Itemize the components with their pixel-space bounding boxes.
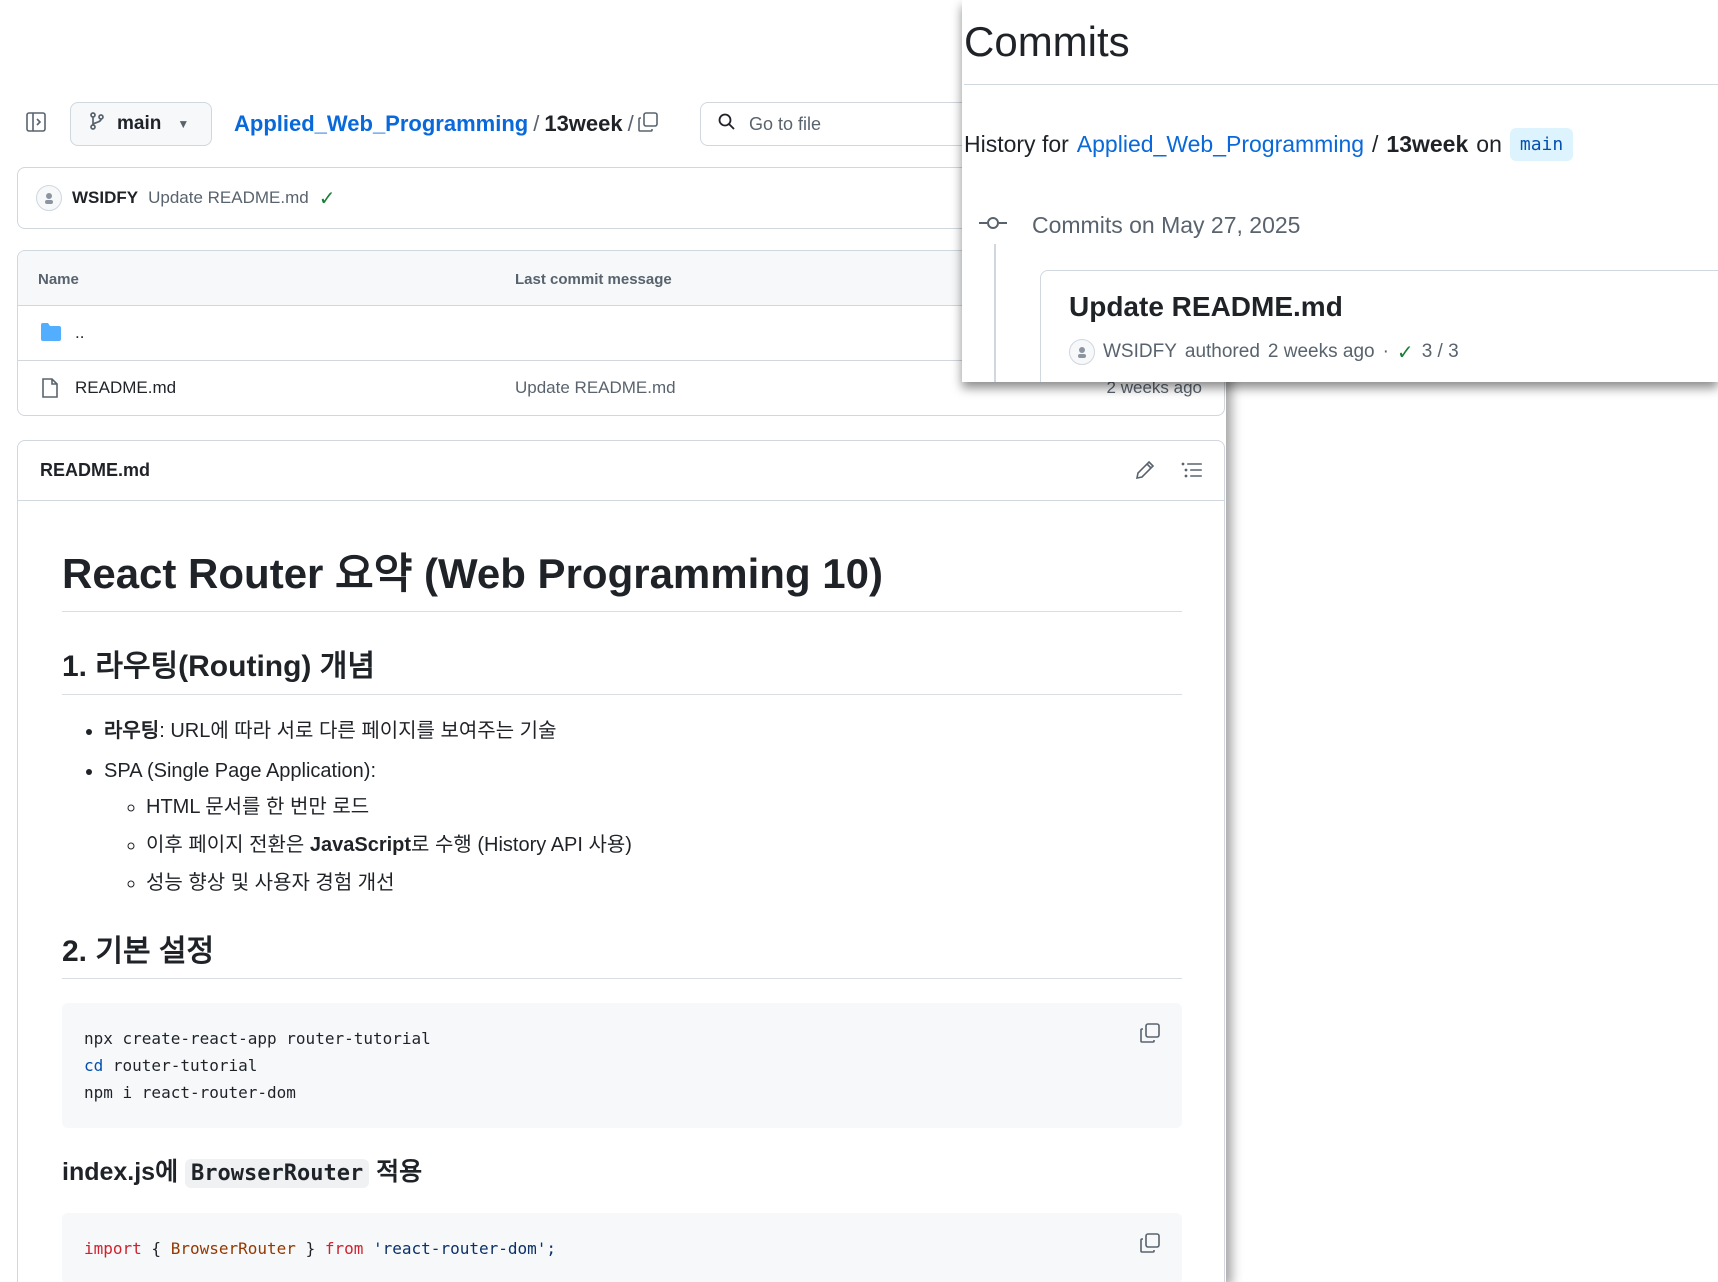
breadcrumb-current-folder: 13week [544,111,623,136]
breadcrumb-separator: / [627,111,634,136]
code-token: from [324,1238,364,1258]
text: 이후 페이지 전환은 [146,833,310,856]
code-line: cd router-tutorial [84,1052,1160,1079]
commits-title: Commits [964,18,1130,65]
readme-panel: README.md React Router 요약 (Web Programmi… [17,440,1225,1282]
copy-code-icon[interactable] [1138,1021,1162,1053]
code-token: } [295,1238,325,1258]
outline-list-icon[interactable] [1180,459,1204,486]
file-icon [40,377,60,404]
section-heading: 1. 라우팅(Routing) 개념 [62,648,1182,695]
history-repo-link[interactable]: Applied_Web_Programming [1077,131,1364,158]
code-block: import { BrowserRouter } from 'react-rou… [62,1212,1182,1282]
list-item: 성능 향상 및 사용자 경험 개선 [146,869,1182,897]
history-prefix: History for [964,131,1069,157]
text-bold: JavaScript [309,833,412,856]
commit-author[interactable]: WSIDFY [1103,341,1177,363]
timeline-line [994,244,996,382]
commit-card[interactable]: Update README.md WSIDFY authored 2 weeks… [1040,270,1718,382]
readme-content: React Router 요약 (Web Programming 10) 1. … [62,501,1182,1282]
bullet-list: 라우팅: URL에 따라 서로 다른 페이지를 보여주는 기술 SPA (Sin… [62,717,1182,897]
commit-group-header: Commits on May 27, 2025 [978,212,1300,239]
readme-filename: README.md [40,460,151,480]
check-icon[interactable]: ✓ [1397,340,1414,365]
search-placeholder: Go to file [749,113,822,134]
parent-directory-link[interactable]: .. [75,323,84,343]
commits-panel: Commits History for Applied_Web_Programm… [962,0,1718,382]
term-spa: SPA (Single Page Application): [104,759,377,782]
copy-path-icon[interactable] [636,110,660,134]
file-name-link[interactable]: README.md [75,378,176,398]
file-commit-message[interactable]: Update README.md [515,378,676,398]
code-line: npm i react-router-dom [84,1083,296,1103]
list-item: 라우팅: URL에 따라 서로 다른 페이지를 보여주는 기술 [104,717,1182,745]
code-token: BrowserRouter [170,1238,296,1258]
pencil-icon[interactable] [1134,459,1156,486]
column-last-commit: Last commit message [515,271,672,288]
folder-icon [40,322,62,347]
avatar[interactable] [1069,339,1095,365]
git-branch-icon [87,111,107,137]
commit-title-link[interactable]: Update README.md [1069,291,1343,323]
list-item: HTML 문서를 한 번만 로드 [146,793,1182,821]
text: 적용 [369,1158,423,1187]
breadcrumb-repo-link[interactable]: Applied_Web_Programming [234,111,528,137]
copy-code-icon[interactable] [1138,1231,1162,1263]
sub-bullet-list: HTML 문서를 한 번만 로드 이후 페이지 전환은 JavaScript로 … [104,793,1182,897]
history-separator: / [1372,131,1379,157]
column-name: Name [38,271,79,288]
commit-group-label: Commits on May 27, 2025 [1032,212,1301,238]
text: 로 수행 (History API 사용) [411,833,632,856]
search-icon [717,112,737,137]
code-line: npx create-react-app router-tutorial [84,1029,431,1049]
check-icon[interactable]: ✓ [319,186,336,211]
branch-name: main [117,113,162,134]
history-on: on [1476,131,1502,157]
history-folder: 13week [1386,131,1469,157]
caret-down-icon: ▼ [177,117,190,131]
readme-header: README.md [18,441,1224,501]
meta-separator: · [1382,341,1389,362]
code-token: cd [84,1056,104,1076]
code-token: router-tutorial [103,1056,258,1076]
section-heading: 2. 기본 설정 [62,933,1182,980]
commit-authored-label: authored [1184,341,1260,362]
commit-meta: WSIDFY authored 2 weeks ago · ✓ 3 / 3 [1069,339,1459,365]
branch-selector-button[interactable]: main ▼ [70,102,212,146]
text: index.js에 [62,1158,186,1187]
sidebar-toggle-icon[interactable] [24,110,48,134]
inline-code: BrowserRouter [185,1159,370,1189]
code-block: npx create-react-app router-tutorial cd … [62,1003,1182,1129]
list-item: 이후 페이지 전환은 JavaScript로 수행 (History API 사… [146,831,1182,859]
avatar[interactable] [36,185,62,211]
code-token: 'react-router-dom'; [363,1238,557,1258]
git-commit-icon [978,212,1008,239]
readme-title: React Router 요약 (Web Programming 10) [62,549,1182,613]
code-token: import [84,1238,142,1258]
code-token: { [141,1238,171,1258]
divider [964,84,1718,85]
breadcrumb: Applied_Web_Programming / 13week / [234,108,639,140]
history-line: History for Applied_Web_Programming / 13… [964,128,1574,161]
commit-time: 2 weeks ago [1267,341,1375,362]
term-bold: 라우팅 [104,719,160,742]
branch-tag[interactable]: main [1509,128,1574,161]
checks-count[interactable]: 3 / 3 [1422,341,1459,363]
commit-message[interactable]: Update README.md [148,188,309,208]
term-description: : URL에 따라 서로 다른 페이지를 보여주는 기술 [159,719,557,742]
list-item: SPA (Single Page Application): HTML 문서를 … [104,757,1182,897]
commit-author[interactable]: WSIDFY [72,188,138,208]
subsection-heading: index.js에 BrowserRouter 적용 [62,1156,1182,1189]
breadcrumb-separator: / [533,111,540,136]
code-line: import { BrowserRouter } from 'react-rou… [84,1235,1160,1262]
